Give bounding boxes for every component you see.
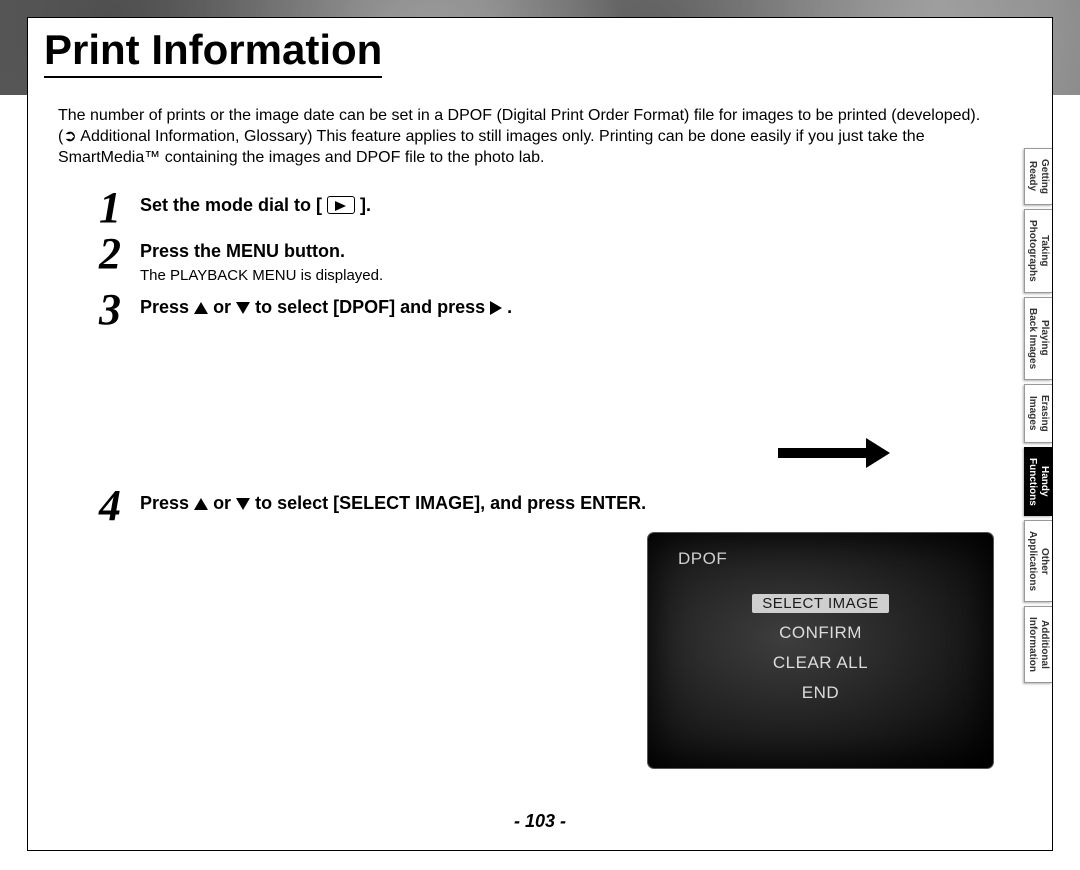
- page-number: - 103 -: [28, 811, 1052, 832]
- up-arrow-icon: [194, 498, 208, 510]
- tab-taking-photographs[interactable]: TakingPhotographs: [1024, 209, 1052, 293]
- step-number-1: 1: [88, 188, 132, 228]
- lcd-item: CLEAR ALL: [648, 653, 993, 673]
- up-arrow-icon: [194, 302, 208, 314]
- tab-playing-back-images[interactable]: PlayingBack Images: [1024, 297, 1052, 380]
- step-1: 1 Set the mode dial to [ ].: [88, 188, 1008, 228]
- step-3-c: to select [DPOF] and press: [255, 297, 490, 317]
- right-arrow-icon: [490, 301, 502, 315]
- step-3-text: Press or to select [DPOF] and press .: [140, 296, 1008, 319]
- step-number-2: 2: [88, 234, 132, 274]
- step-3: 3 Press or to select [DPOF] and press .: [88, 290, 1008, 330]
- down-arrow-icon: [236, 302, 250, 314]
- lcd-title: DPOF: [648, 549, 993, 569]
- tab-additional-information[interactable]: AdditionalInformation: [1024, 606, 1052, 683]
- tab-other-applications[interactable]: OtherApplications: [1024, 520, 1052, 602]
- step-number-4: 4: [88, 486, 132, 526]
- step-1-post: ].: [360, 195, 371, 215]
- step-2-sub: The PLAYBACK MENU is displayed.: [140, 267, 1008, 284]
- step-3-d: .: [507, 297, 512, 317]
- lcd-item: END: [648, 683, 993, 703]
- step-number-3: 3: [88, 290, 132, 330]
- page-title: Print Information: [44, 28, 382, 78]
- step-4-c: to select [SELECT IMAGE], and press ENTE…: [255, 493, 646, 513]
- step-1-text: Set the mode dial to [ ].: [140, 194, 1008, 217]
- intro-paragraph: The number of prints or the image date c…: [58, 106, 998, 168]
- tab-getting-ready[interactable]: GettingReady: [1024, 148, 1052, 205]
- playback-mode-icon: [327, 196, 355, 214]
- down-arrow-icon: [236, 498, 250, 510]
- flow-arrow-icon: [778, 438, 898, 468]
- steps-list: 1 Set the mode dial to [ ]. 2 Press the …: [88, 188, 1008, 531]
- lcd-item: CONFIRM: [648, 623, 993, 643]
- step-3-b: or: [213, 297, 236, 317]
- lcd-screenshot: DPOF SELECT IMAGE CONFIRM CLEAR ALL END: [648, 533, 993, 768]
- step-4-a: Press: [140, 493, 194, 513]
- step-4-b: or: [213, 493, 236, 513]
- tab-handy-functions[interactable]: HandyFunctions: [1024, 447, 1052, 517]
- tab-erasing-images[interactable]: ErasingImages: [1024, 384, 1052, 443]
- step-1-pre: Set the mode dial to [: [140, 195, 322, 215]
- step-2: 2 Press the MENU button. The PLAYBACK ME…: [88, 234, 1008, 284]
- step-4: 4 Press or to select [SELECT IMAGE], and…: [88, 486, 1008, 526]
- page-frame: Print Information The number of prints o…: [28, 18, 1052, 850]
- section-tabs: GettingReady TakingPhotographs PlayingBa…: [1024, 148, 1052, 848]
- step-2-text: Press the MENU button.: [140, 240, 1008, 263]
- step-3-a: Press: [140, 297, 194, 317]
- lcd-item-selected: SELECT IMAGE: [752, 594, 889, 613]
- step-4-text: Press or to select [SELECT IMAGE], and p…: [140, 492, 660, 515]
